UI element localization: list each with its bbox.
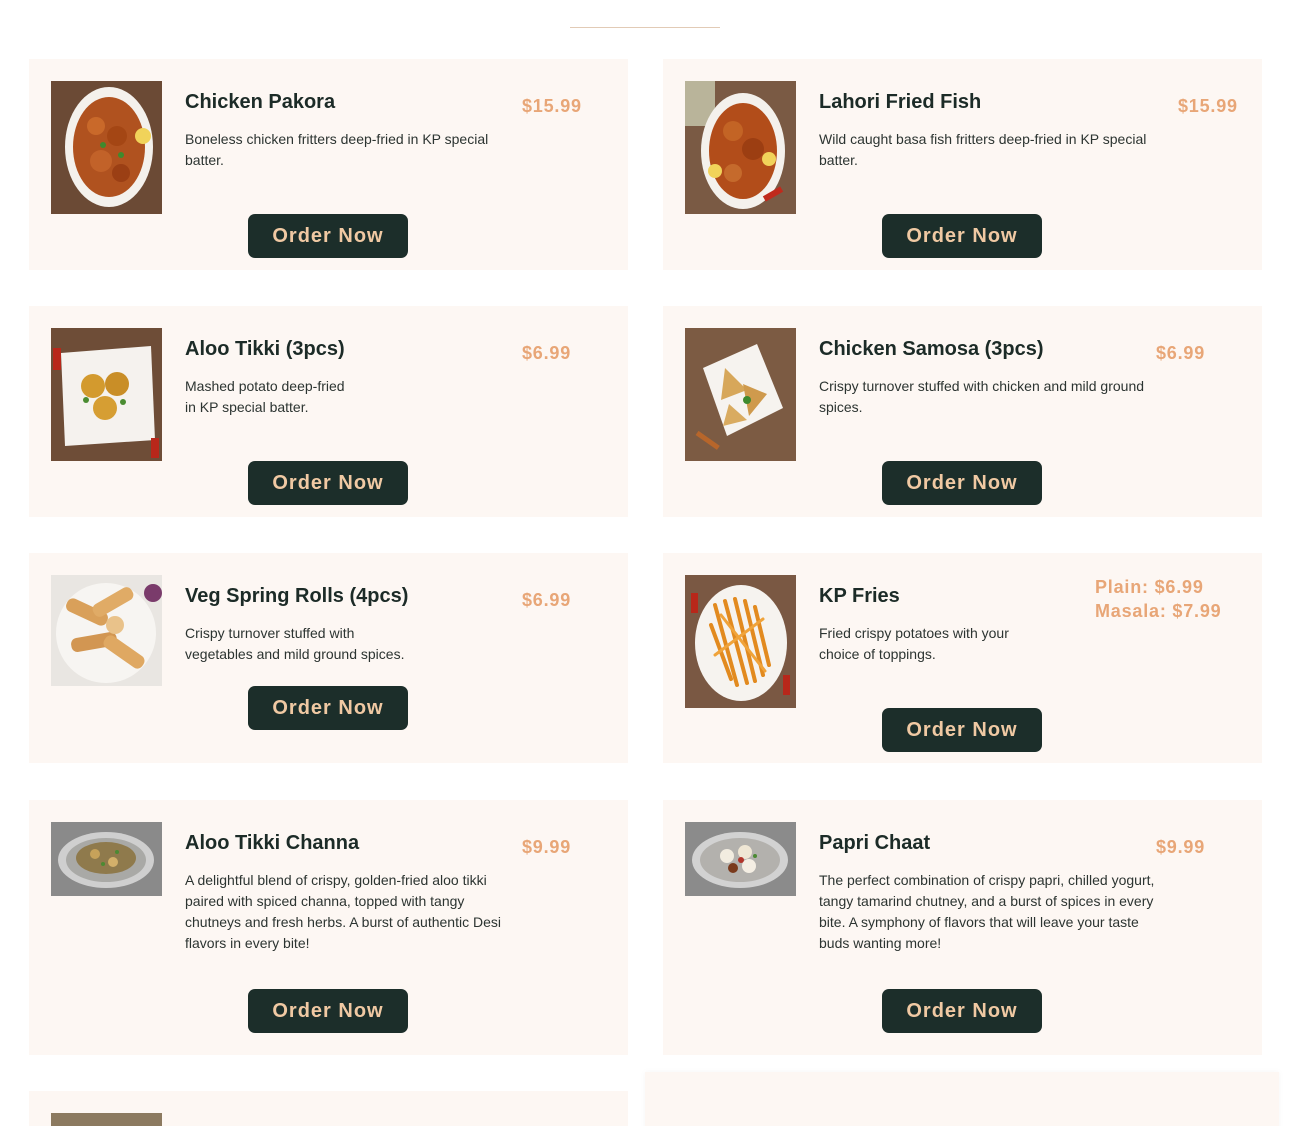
papri-chaat-image xyxy=(685,822,796,896)
aloo-tikki-image xyxy=(51,328,162,461)
menu-item-card: Aloo Tikki (3pcs) $6.99 Mashed potato de… xyxy=(29,306,628,517)
aloo-tikki-channa-image xyxy=(51,822,162,896)
item-image-partial xyxy=(51,1113,162,1126)
order-now-button[interactable]: Order Now xyxy=(882,708,1042,752)
item-name: Chicken Samosa (3pcs) xyxy=(819,338,1044,360)
item-price: $15.99 xyxy=(522,96,582,116)
item-price: $6.99 xyxy=(522,343,572,363)
item-description: Crispy turnover stuffed with chicken and… xyxy=(819,378,1145,415)
veg-spring-rolls-image xyxy=(51,575,162,686)
chicken-samosa-image xyxy=(685,328,796,461)
item-name: Papri Chaat xyxy=(819,832,931,854)
menu-item-card: Lahori Fried Fish $15.99 Wild caught bas… xyxy=(663,59,1262,270)
item-description: Fried crispy potatoes with your choice o… xyxy=(819,625,1009,662)
order-now-button[interactable]: Order Now xyxy=(882,989,1042,1033)
item-description: The perfect combination of crispy papri,… xyxy=(819,872,1155,951)
lahori-fried-fish-image xyxy=(685,81,796,214)
item-name: Veg Spring Rolls (4pcs) xyxy=(185,585,409,607)
item-description: Wild caught basa fish fritters deep-frie… xyxy=(819,131,1147,168)
menu-item-card: Aloo Tikki Channa $9.99 A delightful ble… xyxy=(29,800,628,1055)
order-now-button[interactable]: Order Now xyxy=(248,989,408,1033)
item-name: Aloo Tikki Channa xyxy=(185,832,360,854)
item-name: KP Fries xyxy=(819,585,900,607)
item-description: Mashed potato deep-fried in KP special b… xyxy=(185,378,345,415)
item-description: Boneless chicken fritters deep-fried in … xyxy=(185,131,489,168)
item-price-plain: Plain: $6.99 xyxy=(1095,577,1204,597)
item-name: Aloo Tikki (3pcs) xyxy=(185,338,345,360)
menu-item-card: KP Fries Plain: $6.99 Masala: $7.99 Frie… xyxy=(663,553,1262,763)
item-description: A delightful blend of crispy, golden-fri… xyxy=(185,872,501,951)
empty-card-placeholder xyxy=(645,1072,1279,1126)
chicken-pakora-image xyxy=(51,81,162,214)
order-now-button[interactable]: Order Now xyxy=(882,214,1042,258)
menu-item-card: Papri Chaat $9.99 The perfect combinatio… xyxy=(663,800,1262,1055)
item-price: $9.99 xyxy=(522,837,572,857)
menu-item-card: Chicken Samosa (3pcs) $6.99 Crispy turno… xyxy=(663,306,1262,517)
menu-item-card-partial xyxy=(29,1091,628,1126)
order-now-button[interactable]: Order Now xyxy=(248,686,408,730)
item-price: $15.99 xyxy=(1178,96,1238,116)
item-description: Crispy turnover stuffed with vegetables … xyxy=(185,625,405,662)
order-now-button[interactable]: Order Now xyxy=(248,461,408,505)
item-price: $6.99 xyxy=(1156,343,1206,363)
kp-fries-image xyxy=(685,575,796,708)
item-price-masala: Masala: $7.99 xyxy=(1095,601,1222,621)
order-now-button[interactable]: Order Now xyxy=(882,461,1042,505)
item-name: Chicken Pakora xyxy=(185,91,336,113)
item-name: Lahori Fried Fish xyxy=(819,91,982,113)
section-divider xyxy=(570,27,720,28)
item-price: $9.99 xyxy=(1156,837,1206,857)
menu-item-card: Chicken Pakora $15.99 Boneless chicken f… xyxy=(29,59,628,270)
item-price: $6.99 xyxy=(522,590,572,610)
order-now-button[interactable]: Order Now xyxy=(248,214,408,258)
menu-item-card: Veg Spring Rolls (4pcs) $6.99 Crispy tur… xyxy=(29,553,628,763)
